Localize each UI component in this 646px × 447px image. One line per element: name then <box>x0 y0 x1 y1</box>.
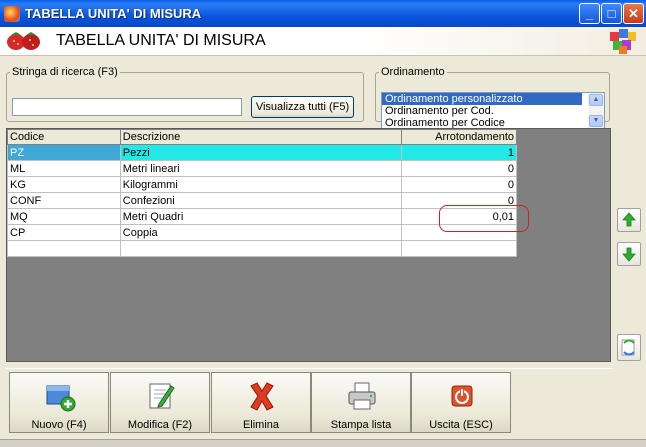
cell-description[interactable]: Pezzi <box>119 144 403 161</box>
title-bar: TABELLA UNITA' DI MISURA _ □ ✕ <box>0 0 646 27</box>
new-record-icon <box>46 385 76 412</box>
bottom-strip <box>0 439 646 447</box>
cube-logo-icon <box>610 29 636 54</box>
strawberry-logo-icon <box>7 32 40 50</box>
printer-icon <box>348 382 376 410</box>
ordering-listbox[interactable]: Ordinamento personalizzato Ordinamento p… <box>381 92 605 130</box>
app-icon <box>4 6 20 22</box>
page-heading: TABELLA UNITA' DI MISURA <box>56 32 266 49</box>
close-button[interactable]: ✕ <box>623 3 644 24</box>
header-band: TABELLA UNITA' DI MISURA <box>0 27 646 56</box>
cell-code[interactable]: PZ <box>7 144 121 161</box>
delete-button[interactable]: Elimina <box>211 372 311 433</box>
cell-rounding[interactable]: 1 <box>401 144 517 161</box>
cell-rounding[interactable]: 0 <box>401 160 517 177</box>
cell-rounding[interactable] <box>401 240 517 257</box>
cell-rounding[interactable]: 0 <box>401 176 517 193</box>
new-button-label: Nuovo (F4) <box>31 419 87 431</box>
edit-button[interactable]: Modifica (F2) <box>110 372 210 433</box>
print-list-button[interactable]: Stampa lista <box>311 372 411 433</box>
edit-icon <box>149 383 175 409</box>
print-list-button-label: Stampa lista <box>330 419 392 431</box>
cell-code[interactable] <box>7 240 121 257</box>
exit-button[interactable]: Uscita (ESC) <box>411 372 511 433</box>
units-grid-area: Codice Descrizione Arrotondamento PZ Pez… <box>6 128 611 362</box>
move-up-button[interactable] <box>617 208 641 232</box>
cell-code[interactable]: KG <box>7 176 121 193</box>
edit-button-label: Modifica (F2) <box>127 419 193 431</box>
ordering-scrollbar[interactable]: ▲ ▼ <box>588 93 604 129</box>
window-title: TABELLA UNITA' DI MISURA <box>25 6 202 21</box>
scroll-up-icon[interactable]: ▲ <box>589 94 603 106</box>
cell-description[interactable]: Metri lineari <box>119 160 403 177</box>
table-row[interactable]: PZ Pezzi 1 <box>7 144 517 161</box>
cell-code[interactable]: MQ <box>7 208 121 225</box>
bottom-toolbar: Nuovo (F4) Modifica (F2) Elimina Stampa … <box>6 368 612 434</box>
cell-description[interactable]: Coppia <box>119 224 403 241</box>
cell-description[interactable]: Confezioni <box>119 192 403 209</box>
maximize-button[interactable]: □ <box>601 3 622 24</box>
search-group-label: Stringa di ricerca (F3) <box>12 66 118 78</box>
refresh-icon <box>621 339 635 356</box>
units-table: Codice Descrizione Arrotondamento PZ Pez… <box>7 129 517 257</box>
arrow-up-icon <box>622 212 636 227</box>
power-exit-icon <box>451 385 473 407</box>
search-input[interactable] <box>12 98 242 116</box>
show-all-button[interactable]: Visualizza tutti (F5) <box>251 96 354 118</box>
ordering-option[interactable]: Ordinamento per Cod. <box>382 105 582 117</box>
move-down-button[interactable] <box>617 242 641 266</box>
scroll-down-icon[interactable]: ▼ <box>589 115 603 127</box>
cell-description[interactable]: Kilogrammi <box>119 176 403 193</box>
ordering-option[interactable]: Ordinamento personalizzato <box>382 93 582 105</box>
column-header-rounding[interactable]: Arrotondamento <box>401 129 517 145</box>
table-row[interactable] <box>7 240 517 257</box>
column-header-code[interactable]: Codice <box>7 129 121 145</box>
table-row[interactable]: KG Kilogrammi 0 <box>7 176 517 193</box>
table-row[interactable]: ML Metri lineari 0 <box>7 160 517 177</box>
exit-button-label: Uscita (ESC) <box>429 419 493 431</box>
cell-code[interactable]: ML <box>7 160 121 177</box>
search-group: Stringa di ricerca (F3) Visualizza tutti… <box>6 66 364 122</box>
column-header-description[interactable]: Descrizione <box>119 129 403 145</box>
table-row[interactable]: CONF Confezioni 0 <box>7 192 517 209</box>
delete-button-label: Elimina <box>242 419 280 431</box>
highlight-annotation <box>439 205 529 232</box>
cell-code[interactable]: CONF <box>7 192 121 209</box>
table-header-row: Codice Descrizione Arrotondamento <box>7 129 517 145</box>
delete-icon <box>250 382 274 411</box>
refresh-button[interactable] <box>617 334 641 361</box>
ordering-group: Ordinamento Ordinamento personalizzato O… <box>375 66 610 130</box>
minimize-button[interactable]: _ <box>579 3 600 24</box>
cell-description[interactable]: Metri Quadri <box>119 208 403 225</box>
ordering-group-label: Ordinamento <box>381 66 445 78</box>
new-button[interactable]: Nuovo (F4) <box>9 372 109 433</box>
arrow-down-icon <box>622 247 636 262</box>
cell-code[interactable]: CP <box>7 224 121 241</box>
cell-description[interactable] <box>119 240 403 257</box>
